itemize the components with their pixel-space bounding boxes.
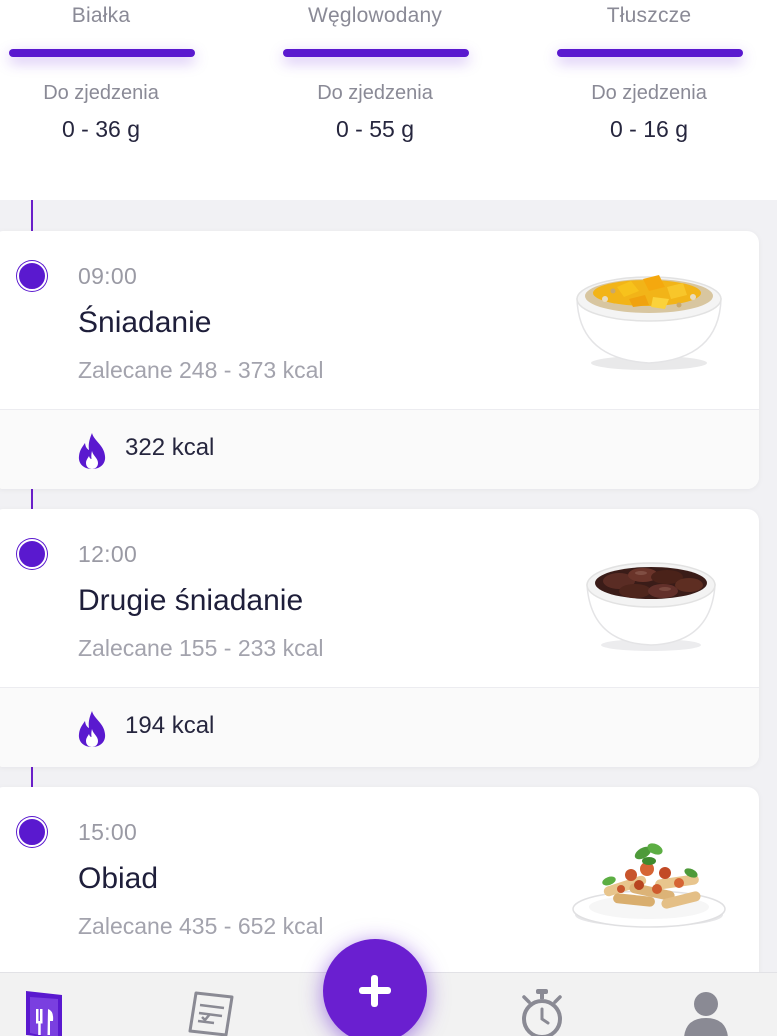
meal-name: Obiad <box>78 862 159 895</box>
timeline-dot <box>17 261 47 291</box>
fruit-bowl-image <box>576 275 722 370</box>
macro-progress-bar <box>557 49 743 57</box>
macro-name: Węglowodany <box>307 4 443 27</box>
timeline-dot <box>17 539 47 569</box>
macro-name: Białka <box>71 4 131 27</box>
macro-sub-label: Do zjedzenia <box>43 82 159 104</box>
macro-sub-label: Do zjedzenia <box>591 82 707 104</box>
meal-card-header[interactable]: 09:00 Śniadanie Zalecane 248 - 373 kcal <box>0 231 759 409</box>
pasta-plate-image <box>572 843 726 928</box>
macro-progress-bar <box>9 49 195 57</box>
macro-sub-label: Do zjedzenia <box>317 82 433 104</box>
flame-icon <box>78 711 106 747</box>
meal-recommended-kcal: Zalecane 248 - 373 kcal <box>78 357 324 383</box>
meal-card-footer: 194 kcal <box>0 687 759 767</box>
fasting-timer-icon[interactable] <box>518 987 566 1036</box>
timeline-dot <box>17 817 47 847</box>
meal-recommended-kcal: Zalecane 155 - 233 kcal <box>78 635 324 661</box>
add-meal-button[interactable] <box>323 939 427 1036</box>
meal-time: 15:00 <box>78 819 138 845</box>
meal-recommended-kcal: Zalecane 435 - 652 kcal <box>78 913 324 939</box>
macros-summary: Białka Do zjedzenia 0 - 36 g Węglowodany… <box>0 0 777 200</box>
diary-icon[interactable] <box>22 987 70 1036</box>
meal-card-footer: 322 kcal <box>0 409 759 489</box>
meal-name: Śniadanie <box>78 306 212 339</box>
meal-time: 09:00 <box>78 263 138 289</box>
meal-name: Drugie śniadanie <box>78 584 304 617</box>
meal-card-breakfast[interactable]: 09:00 Śniadanie Zalecane 248 - 373 kcal … <box>0 231 759 489</box>
profile-icon[interactable] <box>682 987 730 1036</box>
dates-bowl-image <box>586 562 716 651</box>
meal-kcal: 194 kcal <box>125 712 215 739</box>
meal-card-header[interactable]: 12:00 Drugie śniadanie Zalecane 155 - 23… <box>0 509 759 687</box>
macro-name: Tłuszcze <box>606 4 692 27</box>
macro-value: 0 - 36 g <box>62 116 140 142</box>
meal-time: 12:00 <box>78 541 138 567</box>
meal-card-second-breakfast[interactable]: 12:00 Drugie śniadanie Zalecane 155 - 23… <box>0 509 759 767</box>
macro-progress-bar <box>283 49 469 57</box>
recipes-icon[interactable] <box>186 987 234 1036</box>
macro-value: 0 - 55 g <box>336 116 414 142</box>
flame-icon <box>78 433 106 469</box>
meal-kcal: 322 kcal <box>125 434 215 461</box>
macro-value: 0 - 16 g <box>610 116 688 142</box>
